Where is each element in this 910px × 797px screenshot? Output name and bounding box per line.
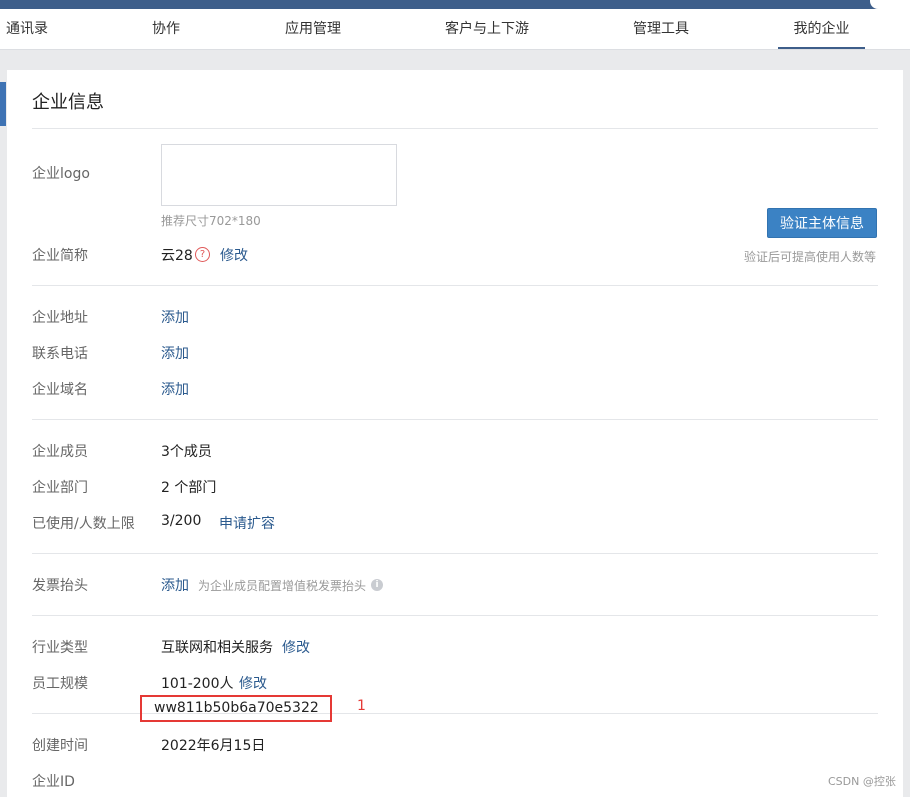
scale-label: 员工规模 xyxy=(32,676,88,692)
add-domain-link[interactable]: 添加 xyxy=(161,379,189,399)
edit-industry-link[interactable]: 修改 xyxy=(282,637,310,657)
limit-value: 3/200 xyxy=(161,513,202,529)
apply-expansion-link[interactable]: 申请扩容 xyxy=(219,513,275,533)
top-bar xyxy=(0,0,910,9)
industry-value: 互联网和相关服务 xyxy=(161,640,273,656)
edit-scale-link[interactable]: 修改 xyxy=(239,673,267,693)
logo-size-hint: 推荐尺寸702*180 xyxy=(161,214,261,228)
divider xyxy=(32,419,878,420)
verify-hint: 验证后可提高使用人数等 xyxy=(744,250,877,264)
corp-id-label: 企业ID xyxy=(32,774,75,790)
short-name-label: 企业简称 xyxy=(32,248,88,264)
short-name-value: 云28 xyxy=(161,248,193,264)
departments-label: 企业部门 xyxy=(32,480,88,496)
members-label: 企业成员 xyxy=(32,444,88,460)
question-circle-icon[interactable]: ? xyxy=(195,247,210,262)
departments-value: 2 个部门 xyxy=(161,480,217,496)
tab-my-enterprise[interactable]: 我的企业 xyxy=(778,9,865,49)
divider xyxy=(32,285,878,286)
top-bar-corner xyxy=(870,0,910,9)
tab-app-management[interactable]: 应用管理 xyxy=(285,9,341,50)
divider xyxy=(32,553,878,554)
logo-upload[interactable] xyxy=(161,144,397,206)
industry-label: 行业类型 xyxy=(32,640,88,656)
logo-label: 企业logo xyxy=(32,166,90,182)
annotation-number: 1 xyxy=(357,698,366,714)
invoice-label: 发票抬头 xyxy=(32,578,88,594)
corp-id-value: ww811b50b6a70e5322 xyxy=(154,700,319,716)
edit-short-name-link[interactable]: 修改 xyxy=(220,245,248,265)
members-value: 3个成员 xyxy=(161,444,212,460)
divider xyxy=(32,128,878,129)
info-circle-icon[interactable]: i xyxy=(371,579,383,591)
page-title: 企业信息 xyxy=(32,92,104,113)
add-phone-link[interactable]: 添加 xyxy=(161,343,189,363)
tab-collaboration[interactable]: 协作 xyxy=(152,9,180,50)
add-invoice-link[interactable]: 添加 xyxy=(161,575,189,595)
enterprise-info-card: 企业信息 企业logo 推荐尺寸702*180 验证主体信息 验证后可提高使用人… xyxy=(7,70,903,797)
watermark: CSDN @控张 xyxy=(828,775,896,788)
scale-value: 101-200人 xyxy=(161,676,234,692)
limit-label: 已使用/人数上限 xyxy=(32,516,135,532)
created-value: 2022年6月15日 xyxy=(161,738,266,754)
sidebar-accent xyxy=(0,82,6,126)
invoice-hint: 为企业成员配置增值税发票抬头 xyxy=(198,579,367,593)
tab-management-tools[interactable]: 管理工具 xyxy=(633,9,689,50)
phone-label: 联系电话 xyxy=(32,346,88,362)
address-label: 企业地址 xyxy=(32,310,88,326)
top-nav: 通讯录 协作 应用管理 客户与上下游 管理工具 我的企业 xyxy=(0,9,910,50)
verify-entity-button[interactable]: 验证主体信息 xyxy=(767,208,877,238)
domain-label: 企业域名 xyxy=(32,382,88,398)
tab-customers[interactable]: 客户与上下游 xyxy=(445,9,529,50)
add-address-link[interactable]: 添加 xyxy=(161,307,189,327)
divider xyxy=(32,615,878,616)
created-label: 创建时间 xyxy=(32,738,88,754)
tab-contacts[interactable]: 通讯录 xyxy=(6,9,48,50)
